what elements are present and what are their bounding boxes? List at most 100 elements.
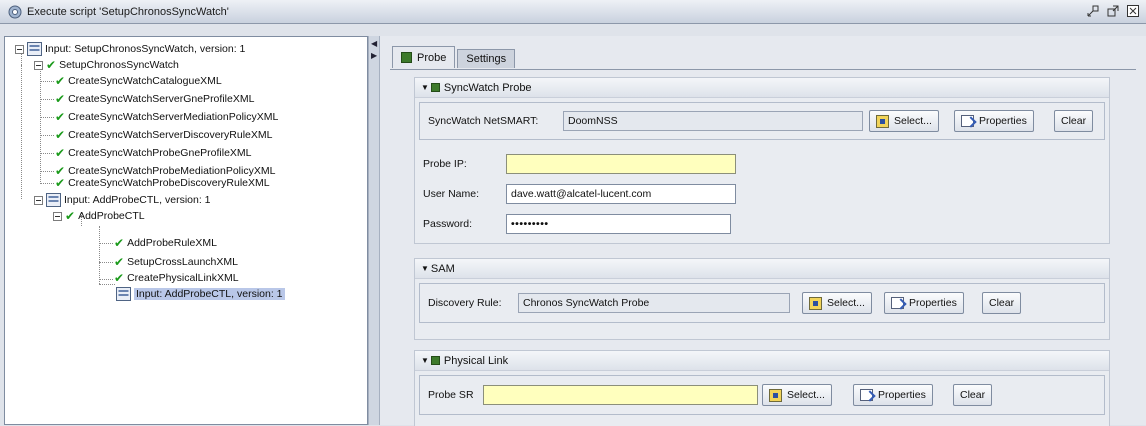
- tree-connector: [99, 262, 113, 263]
- section-icon: [430, 83, 440, 92]
- collapse-icon[interactable]: [34, 195, 43, 205]
- collapse-right-icon[interactable]: ▶: [371, 52, 377, 60]
- probe-sr-label: Probe SR: [428, 389, 474, 401]
- collapse-icon[interactable]: [34, 60, 43, 70]
- panel-splitter[interactable]: ◀ ▶: [368, 36, 380, 425]
- syncwatch-probe-header[interactable]: ▼ SyncWatch Probe: [415, 78, 1109, 98]
- password-label: Password:: [423, 218, 473, 230]
- discovery-properties-button[interactable]: Properties: [884, 292, 964, 314]
- syncwatch-probe-section: ▼ SyncWatch Probe SyncWatch NetSMART: Do…: [414, 77, 1110, 244]
- probe-ip-field[interactable]: [506, 154, 736, 174]
- username-label: User Name:: [423, 188, 480, 200]
- tree-connector: [40, 117, 54, 118]
- netsmart-select-button[interactable]: Select...: [869, 110, 939, 132]
- tree-connector: [99, 284, 115, 285]
- tree-item-step[interactable]: ✔ CreateSyncWatchCatalogueXML: [55, 73, 222, 89]
- window-title: Execute script 'SetupChronosSyncWatch': [27, 5, 229, 18]
- physical-link-section: ▼ Physical Link Probe SR Select... Prope…: [414, 350, 1110, 426]
- check-icon: ✔: [55, 128, 66, 142]
- properties-icon: [891, 297, 904, 309]
- sam-header[interactable]: ▼ SAM: [415, 259, 1109, 279]
- tree-connector: [99, 243, 113, 244]
- input-form-icon: [116, 287, 131, 301]
- discovery-rule-box: Discovery Rule: Chronos SyncWatch Probe …: [419, 283, 1105, 323]
- tree-connector: [40, 135, 54, 136]
- select-icon: [876, 114, 889, 128]
- check-icon: ✔: [55, 146, 66, 160]
- minimize-icon: [1087, 5, 1099, 17]
- check-icon: ✔: [55, 92, 66, 106]
- tree-item-step[interactable]: ✔ SetupCrossLaunchXML: [114, 254, 238, 270]
- tree-connector: [99, 279, 113, 280]
- probe-sr-select-button[interactable]: Select...: [762, 384, 832, 406]
- tree-connector: [40, 81, 54, 82]
- expand-triangle-icon: ▼: [421, 83, 429, 92]
- discovery-rule-field[interactable]: Chronos SyncWatch Probe: [518, 293, 790, 313]
- maximize-button[interactable]: [1106, 4, 1120, 18]
- probe-sr-box: Probe SR Select... Properties Clear: [419, 375, 1105, 415]
- probe-sr-field[interactable]: [483, 385, 758, 405]
- probe-tab-icon: [401, 52, 412, 63]
- minimize-button[interactable]: [1086, 4, 1100, 18]
- discovery-select-button[interactable]: Select...: [802, 292, 872, 314]
- discovery-rule-label: Discovery Rule:: [428, 297, 502, 309]
- password-field[interactable]: •••••••••: [506, 214, 731, 234]
- properties-icon: [961, 115, 974, 127]
- tab-probe[interactable]: Probe: [392, 46, 456, 68]
- netsmart-field[interactable]: DoomNSS: [563, 111, 863, 131]
- input-form-icon: [46, 193, 61, 207]
- tree-item-step[interactable]: ✔ CreateSyncWatchServerGneProfileXML: [55, 91, 254, 107]
- close-button[interactable]: [1126, 4, 1140, 18]
- tree-item-input-addprobe[interactable]: Input: AddProbeCTL, version: 1: [34, 192, 211, 208]
- properties-icon: [860, 389, 873, 401]
- probe-ip-label: Probe IP:: [423, 158, 467, 170]
- netsmart-properties-button[interactable]: Properties: [954, 110, 1034, 132]
- window-titlebar: Execute script 'SetupChronosSyncWatch': [0, 0, 1146, 24]
- sam-section: ▼ SAM Discovery Rule: Chronos SyncWatch …: [414, 258, 1110, 340]
- tree-item-setup-script[interactable]: ✔ SetupChronosSyncWatch: [34, 57, 179, 73]
- tree-item-step[interactable]: ✔ CreateSyncWatchProbeGneProfileXML: [55, 145, 252, 161]
- probe-sr-properties-button[interactable]: Properties: [853, 384, 933, 406]
- details-panel: Probe Settings ▼ SyncWatch Probe SyncWat…: [380, 36, 1146, 426]
- check-icon: ✔: [55, 110, 66, 124]
- collapse-icon[interactable]: [15, 44, 24, 54]
- tab-settings[interactable]: Settings: [457, 49, 516, 68]
- script-tree[interactable]: Input: SetupChronosSyncWatch, version: 1…: [4, 36, 368, 425]
- gear-script-icon: [8, 5, 22, 18]
- tree-item-addprobectl[interactable]: ✔ AddProbeCTL: [53, 208, 145, 224]
- tree-connector: [40, 171, 54, 172]
- check-icon: ✔: [114, 271, 125, 285]
- tree-item-step[interactable]: ✔ CreateSyncWatchProbeDiscoveryRuleXML: [55, 175, 270, 191]
- probe-tab-content: ▼ SyncWatch Probe SyncWatch NetSMART: Do…: [390, 69, 1136, 426]
- check-icon: ✔: [114, 255, 125, 269]
- collapse-icon[interactable]: [53, 211, 62, 221]
- tree-connector: [40, 183, 54, 184]
- probe-sr-clear-button[interactable]: Clear: [953, 384, 993, 406]
- tree-item-step[interactable]: ✔ AddProbeRuleXML: [114, 235, 217, 251]
- tree-connector: [40, 153, 54, 154]
- tree-item-input-setup[interactable]: Input: SetupChronosSyncWatch, version: 1: [15, 41, 245, 57]
- discovery-clear-button[interactable]: Clear: [982, 292, 1022, 314]
- username-field[interactable]: dave.watt@alcatel-lucent.com: [506, 184, 736, 204]
- check-icon: ✔: [55, 74, 66, 88]
- tree-item-step[interactable]: ✔ CreatePhysicalLinkXML: [114, 270, 239, 286]
- tree-connector: [40, 66, 41, 184]
- tab-bar: Probe Settings: [392, 46, 517, 70]
- collapse-left-icon[interactable]: ◀: [371, 40, 377, 48]
- check-icon: ✔: [55, 176, 66, 190]
- tree-item-step[interactable]: ✔ CreateSyncWatchServerMediationPolicyXM…: [55, 109, 278, 125]
- tree-connector: [40, 99, 54, 100]
- input-form-icon: [27, 42, 42, 56]
- maximize-icon: [1107, 5, 1119, 17]
- physical-link-header[interactable]: ▼ Physical Link: [415, 351, 1109, 371]
- netsmart-box: SyncWatch NetSMART: DoomNSS Select... Pr…: [419, 102, 1105, 140]
- netsmart-clear-button[interactable]: Clear: [1054, 110, 1094, 132]
- tree-item-step[interactable]: ✔ CreateSyncWatchServerDiscoveryRuleXML: [55, 127, 273, 143]
- tree-item-input-addprobe-selected[interactable]: Input: AddProbeCTL, version: 1: [116, 286, 285, 302]
- check-icon: ✔: [46, 58, 57, 72]
- expand-triangle-icon: ▼: [421, 356, 429, 365]
- select-icon: [809, 296, 822, 310]
- check-icon: ✔: [65, 209, 76, 223]
- expand-triangle-icon: ▼: [421, 264, 429, 273]
- close-icon: [1127, 5, 1139, 17]
